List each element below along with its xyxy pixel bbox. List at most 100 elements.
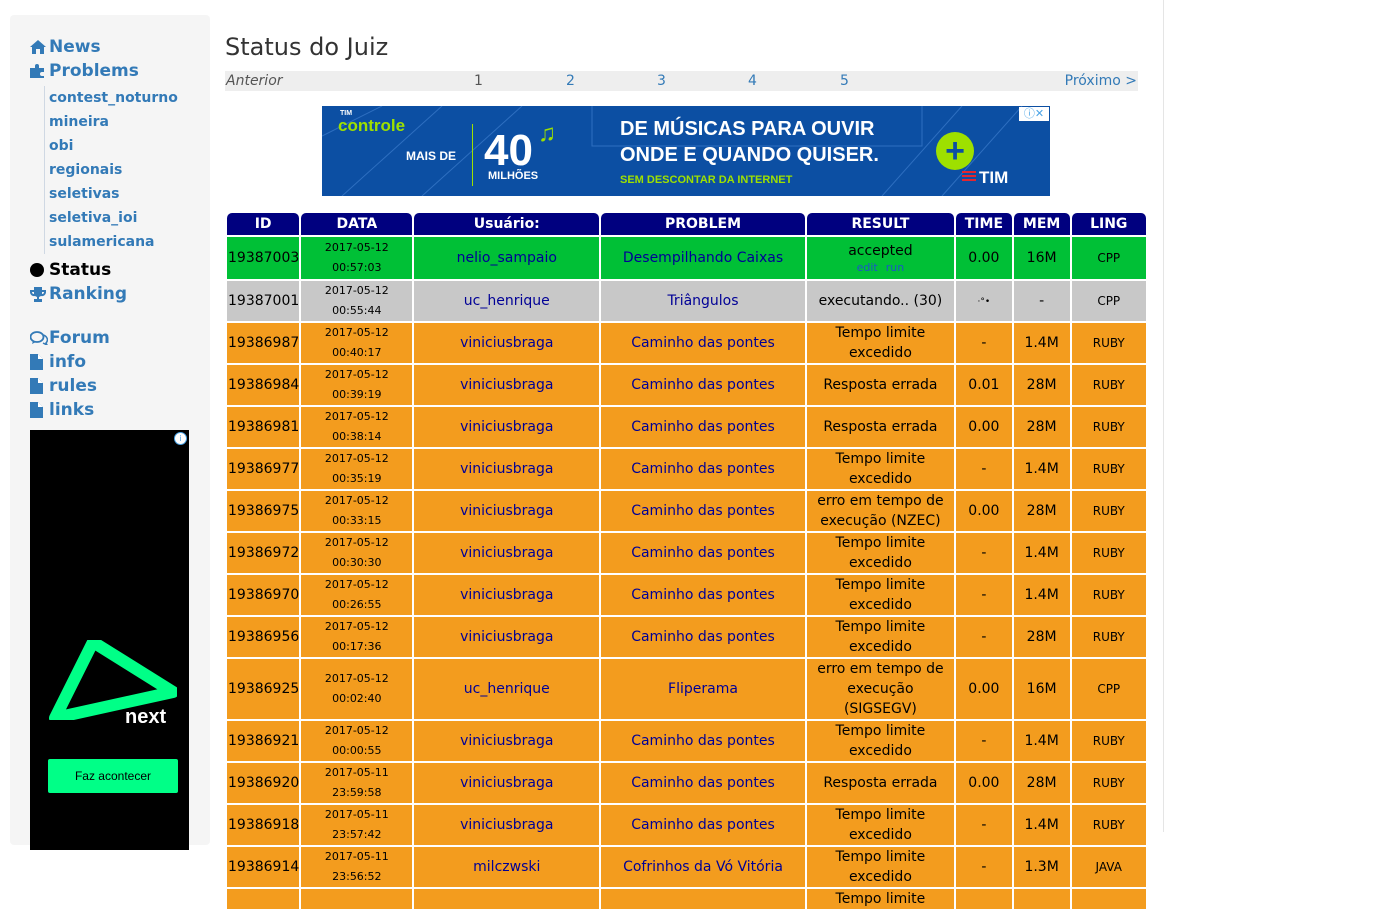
nav-forum-label: Forum <box>49 328 110 348</box>
cell-result: Tempo limite excedido <box>806 617 955 657</box>
cell-problem: Caminho das pontes <box>601 365 805 405</box>
page-title: Status do Juiz <box>225 33 389 61</box>
cell-id: 19387003 <box>227 237 300 279</box>
problem-link[interactable]: Caminho das pontes <box>631 629 775 645</box>
user-link[interactable]: viniciusbraga <box>460 335 553 351</box>
banner-headline-1: DE MÚSICAS PARA OUVIR <box>620 118 875 140</box>
nav-problems[interactable]: Problems <box>30 59 178 83</box>
ad-close-icon[interactable]: ⓘ✕ <box>1019 107 1049 121</box>
cell-date <box>301 889 413 909</box>
cell-date: 2017-05-12 00:26:55 <box>301 575 413 615</box>
cell-problem: Caminho das pontes <box>601 533 805 573</box>
cell-time: - <box>956 533 1012 573</box>
problem-set-link[interactable]: obi <box>49 134 178 158</box>
problem-link[interactable]: Cofrinhos da Vó Vitória <box>623 859 783 875</box>
cell-time: ·°• <box>956 281 1012 321</box>
problem-set-link[interactable]: contest_noturno <box>49 86 178 110</box>
user-link[interactable]: milczwski <box>473 859 540 875</box>
user-link[interactable]: viniciusbraga <box>460 775 553 791</box>
sidebar-ad[interactable]: i next Faz acontecer <box>30 430 189 850</box>
table-row: 19387003 2017-05-12 00:57:03 nelio_sampa… <box>227 237 1146 279</box>
problem-link[interactable]: Caminho das pontes <box>631 419 775 435</box>
col-header-date: DATA <box>301 213 413 235</box>
problem-set-link[interactable]: seletiva_ioi <box>49 206 178 230</box>
pager-page-2[interactable]: 2 <box>566 72 575 91</box>
problem-link[interactable]: Caminho das pontes <box>631 377 775 393</box>
cell-date: 2017-05-11 23:56:52 <box>301 847 413 887</box>
user-link[interactable]: viniciusbraga <box>460 629 553 645</box>
cell-mem <box>1013 889 1070 909</box>
problem-link[interactable]: Caminho das pontes <box>631 461 775 477</box>
home-icon <box>30 40 49 54</box>
cell-date: 2017-05-12 00:00:55 <box>301 721 413 761</box>
edit-link[interactable]: edit <box>857 261 878 274</box>
cell-mem: 1.4M <box>1013 575 1070 615</box>
cell-user: viniciusbraga <box>414 763 600 803</box>
problem-set-link[interactable]: mineira <box>49 110 178 134</box>
user-link[interactable]: viniciusbraga <box>460 817 553 833</box>
user-link[interactable]: viniciusbraga <box>460 419 553 435</box>
problem-link[interactable]: Fliperama <box>668 681 738 697</box>
cell-user: viniciusbraga <box>414 365 600 405</box>
user-link[interactable]: viniciusbraga <box>460 461 553 477</box>
nav-news[interactable]: News <box>30 35 178 59</box>
cell-result: Tempo limite excedido <box>806 575 955 615</box>
problem-link[interactable]: Triângulos <box>667 293 738 309</box>
col-header-result: RESULT <box>806 213 955 235</box>
cell-result: Tempo limite excedido <box>806 449 955 489</box>
user-link[interactable]: viniciusbraga <box>460 587 553 603</box>
user-link[interactable]: viniciusbraga <box>460 377 553 393</box>
cell-user: viniciusbraga <box>414 575 600 615</box>
cell-user: viniciusbraga <box>414 407 600 447</box>
cell-date: 2017-05-12 00:57:03 <box>301 237 413 279</box>
user-link[interactable]: nelio_sampaio <box>457 250 557 266</box>
problem-link[interactable]: Caminho das pontes <box>631 545 775 561</box>
pager-page-3[interactable]: 3 <box>657 72 666 91</box>
nav-info[interactable]: info <box>30 350 178 374</box>
problem-link[interactable]: Caminho das pontes <box>631 817 775 833</box>
banner-mais-de: MAIS DE <box>406 149 457 163</box>
problem-link[interactable]: Caminho das pontes <box>631 587 775 603</box>
cell-time: 0.00 <box>956 659 1012 719</box>
ad-info-icon[interactable]: i <box>174 432 187 445</box>
cell-result: accepted edit run <box>806 237 955 279</box>
nav-ranking[interactable]: Ranking <box>30 282 178 306</box>
user-link[interactable]: uc_henrique <box>464 681 550 697</box>
problem-link[interactable]: Desempilhando Caixas <box>623 250 783 266</box>
cell-date: 2017-05-11 23:57:42 <box>301 805 413 845</box>
pager-next[interactable]: Próximo > <box>1065 72 1137 91</box>
problem-set-link[interactable]: sulamericana <box>49 230 178 254</box>
cell-result: erro em tempo de execução (NZEC) <box>806 491 955 531</box>
problem-set-link[interactable]: regionais <box>49 158 178 182</box>
cell-lang: RUBY <box>1071 407 1146 447</box>
nav-rules[interactable]: rules <box>30 374 178 398</box>
ad-cta-button[interactable]: Faz acontecer <box>48 759 178 793</box>
user-link[interactable]: uc_henrique <box>464 293 550 309</box>
banner-divider <box>472 124 473 186</box>
problem-link[interactable]: Caminho das pontes <box>631 503 775 519</box>
problem-link[interactable]: Caminho das pontes <box>631 733 775 749</box>
table-row: 19386975 2017-05-12 00:33:15 viniciusbraga… <box>227 491 1146 531</box>
nav-links[interactable]: links <box>30 398 178 422</box>
cell-time: - <box>956 449 1012 489</box>
user-link[interactable]: viniciusbraga <box>460 503 553 519</box>
table-row: 19386956 2017-05-12 00:17:36 viniciusbraga… <box>227 617 1146 657</box>
cell-date: 2017-05-12 00:40:17 <box>301 323 413 363</box>
nav-forum[interactable]: Forum <box>30 326 178 350</box>
run-link[interactable]: run <box>886 261 904 274</box>
problem-link[interactable]: Caminho das pontes <box>631 335 775 351</box>
problem-link[interactable]: Caminho das pontes <box>631 775 775 791</box>
nav-status[interactable]: Status <box>30 258 178 282</box>
problem-set-link[interactable]: seletivas <box>49 182 178 206</box>
cell-problem: Caminho das pontes <box>601 763 805 803</box>
pager-page-4[interactable]: 4 <box>748 72 757 91</box>
user-link[interactable]: viniciusbraga <box>460 733 553 749</box>
cell-date: 2017-05-12 00:02:40 <box>301 659 413 719</box>
col-header-mem: MEM <box>1013 213 1070 235</box>
pager-page-5[interactable]: 5 <box>840 72 849 91</box>
ad-brand: next <box>125 706 167 728</box>
file-icon <box>30 354 49 370</box>
cell-date: 2017-05-12 00:38:14 <box>301 407 413 447</box>
user-link[interactable]: viniciusbraga <box>460 545 553 561</box>
banner-ad[interactable]: TIM controle MAIS DE 40 MILHÕES ♫ DE MÚSI… <box>322 106 1050 196</box>
